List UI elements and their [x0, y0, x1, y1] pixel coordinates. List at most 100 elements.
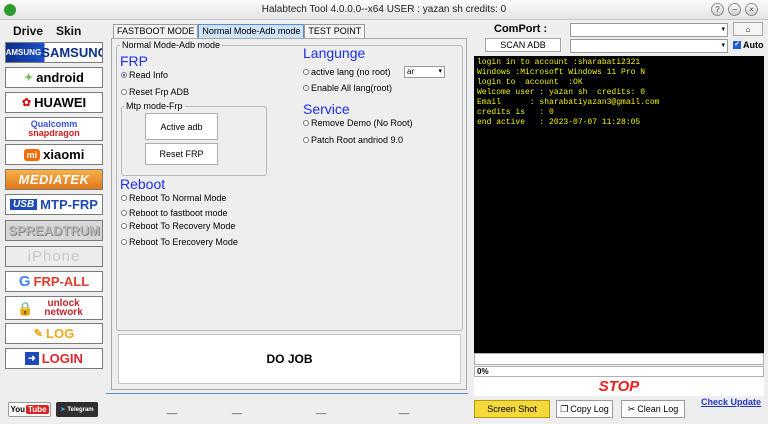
radio-reboot-erecovery[interactable]: Reboot To Erecovery Mode — [121, 237, 238, 247]
telegram-button[interactable]: ➤ Telegram — [56, 402, 98, 417]
radio-label: Remove Demo (No Root) — [311, 118, 413, 128]
copy-log-button[interactable]: ❐ Copy Log — [556, 400, 613, 418]
screenshot-button[interactable]: Screen Shot — [474, 400, 550, 418]
log-line: login to account :OK — [477, 78, 583, 87]
active-adb-button[interactable]: Active adb — [145, 113, 218, 140]
help-button[interactable]: ? — [711, 3, 724, 16]
status-placeholder: __ — [167, 404, 178, 414]
qualcomm-button[interactable]: Qualcomm snapdragon — [5, 117, 103, 141]
radio-reboot-fastboot[interactable]: Reboot to fastboot mode — [121, 208, 228, 218]
log-line: Email : sharabatiyazan3@gmail.com — [477, 98, 660, 107]
service-heading: Service — [303, 101, 350, 117]
radio-dot — [121, 210, 127, 216]
login-label: LOGIN — [41, 351, 83, 366]
lock-icon: 🔒 — [17, 300, 34, 316]
spreadtrum-button[interactable]: SPREADTRUM — [5, 220, 103, 241]
language-select-value: ar — [407, 67, 415, 76]
samsung-label: SAMSUNG — [41, 45, 103, 60]
radio-dot — [303, 120, 309, 126]
comport-select[interactable]: ▾ — [570, 23, 728, 37]
window-title: Halabtech Tool 4.0.0.0--x64 USER : yazan… — [261, 4, 507, 15]
frp-all-button[interactable]: G FRP-ALL — [5, 271, 103, 292]
usb-mtp-frp-button[interactable]: USB MTP-FRP — [5, 194, 103, 215]
log-line: Windows :Microsoft Windows 11 Pro N — [477, 68, 646, 77]
clean-log-label: Clean Log — [637, 404, 679, 414]
xiaomi-icon: mi — [23, 148, 41, 161]
radio-dot — [303, 85, 309, 91]
title-bar: Halabtech Tool 4.0.0.0--x64 USER : yazan… — [0, 0, 768, 20]
log-button[interactable]: ✎ LOG — [5, 323, 103, 344]
unlock-network-button[interactable]: 🔒 unlock network — [5, 296, 103, 320]
mediatek-button[interactable]: MEDIATEK — [5, 169, 103, 190]
copy-log-label: Copy Log — [570, 404, 609, 414]
tab-normal-adb-mode[interactable]: Normal Mode-Adb mode — [198, 24, 305, 38]
huawei-button[interactable]: ✿ HUAWEI — [5, 92, 103, 113]
samsung-button[interactable]: SAMSUNG SAMSUNG — [5, 42, 103, 63]
unlock-network-label: unlock network — [44, 298, 83, 318]
radio-label: Reboot To Recovery Mode — [129, 221, 236, 231]
tab-drive[interactable]: Drive — [13, 24, 43, 38]
do-job-button[interactable]: DO JOB — [118, 334, 461, 384]
log-line: login in to account :sharabati2321 — [477, 58, 641, 67]
clean-log-button[interactable]: ✂ Clean Log — [621, 400, 685, 418]
radio-reboot-recovery[interactable]: Reboot To Recovery Mode — [121, 221, 235, 231]
frp-all-label: FRP-ALL — [33, 274, 90, 289]
radio-label: Reboot To Erecovery Mode — [129, 237, 238, 247]
check-update-link[interactable]: Check Update — [701, 397, 761, 407]
radio-reset-frp-adb[interactable]: Reset Frp ADB — [121, 87, 189, 97]
status-placeholder: __ — [399, 404, 410, 414]
telegram-label: Telegram — [67, 406, 94, 413]
radio-dot — [121, 89, 127, 95]
android-button[interactable]: ✦ android — [5, 67, 103, 88]
mode-tabs: FASTBOOT MODE Normal Mode-Adb mode TEST … — [113, 24, 366, 38]
radio-label: Reboot to fastboot mode — [129, 208, 228, 218]
chevron-down-icon: ▾ — [721, 42, 725, 49]
radio-label: active lang (no root) — [311, 67, 391, 77]
device-icon-button[interactable]: ⌂ — [733, 22, 763, 36]
console-scrollbar[interactable] — [474, 353, 764, 365]
google-icon: G — [18, 273, 31, 290]
chevron-down-icon: ▾ — [721, 26, 725, 33]
log-console[interactable]: login in to account :sharabati2321 Window… — [474, 56, 764, 353]
radio-label: Patch Root andriod 9.0 — [311, 135, 404, 145]
radio-dot — [121, 195, 127, 201]
radio-dot-selected — [121, 72, 127, 78]
auto-checkbox[interactable]: ✓ Auto — [733, 40, 764, 50]
reset-frp-button[interactable]: Reset FRP — [145, 143, 218, 165]
iphone-button[interactable]: iPhone — [5, 246, 103, 267]
close-button[interactable]: × — [745, 3, 758, 16]
youtube-label-b: Tube — [26, 405, 49, 414]
language-select[interactable]: ar ▾ — [404, 66, 445, 78]
frp-heading: FRP — [120, 53, 148, 69]
progress-bar: 0% — [474, 366, 764, 377]
copy-icon: ❐ — [560, 403, 569, 414]
adb-device-select[interactable]: ▾ — [570, 39, 728, 53]
radio-dot — [303, 69, 309, 75]
usb-icon: USB — [10, 199, 38, 210]
login-button[interactable]: ➜ LOGIN — [5, 348, 103, 369]
broom-icon: ✂ — [627, 403, 636, 414]
radio-enable-all-lang[interactable]: Enable All lang(root) — [303, 83, 392, 93]
tab-test-point[interactable]: TEST POINT — [304, 24, 366, 38]
android-icon: ✦ — [24, 72, 34, 84]
log-line: Welcome user : yazan sh credits: 0 — [477, 88, 646, 97]
iphone-label: iPhone — [27, 248, 81, 265]
auto-label: Auto — [743, 40, 764, 50]
samsung-badge-text: SAMSUNG — [5, 48, 42, 57]
radio-patch-root[interactable]: Patch Root andriod 9.0 — [303, 135, 403, 145]
xiaomi-button[interactable]: mi xiaomi — [5, 144, 103, 165]
radio-dot — [121, 239, 127, 245]
chevron-down-icon: ▾ — [438, 68, 442, 75]
radio-remove-demo[interactable]: Remove Demo (No Root) — [303, 118, 413, 128]
radio-label: Read Info — [129, 70, 169, 80]
tab-fastboot-mode[interactable]: FASTBOOT MODE — [113, 24, 199, 38]
youtube-button[interactable]: You Tube — [8, 402, 51, 417]
scan-adb-button[interactable]: SCAN ADB — [485, 38, 561, 52]
reboot-heading: Reboot — [120, 176, 166, 192]
stop-button[interactable]: STOP — [474, 377, 764, 396]
minimize-button[interactable]: – — [728, 3, 741, 16]
radio-read-info[interactable]: Read Info — [121, 70, 168, 80]
tab-skin[interactable]: Skin — [56, 24, 81, 38]
radio-reboot-normal[interactable]: Reboot To Normal Mode — [121, 193, 226, 203]
radio-active-lang[interactable]: active lang (no root) — [303, 67, 391, 77]
